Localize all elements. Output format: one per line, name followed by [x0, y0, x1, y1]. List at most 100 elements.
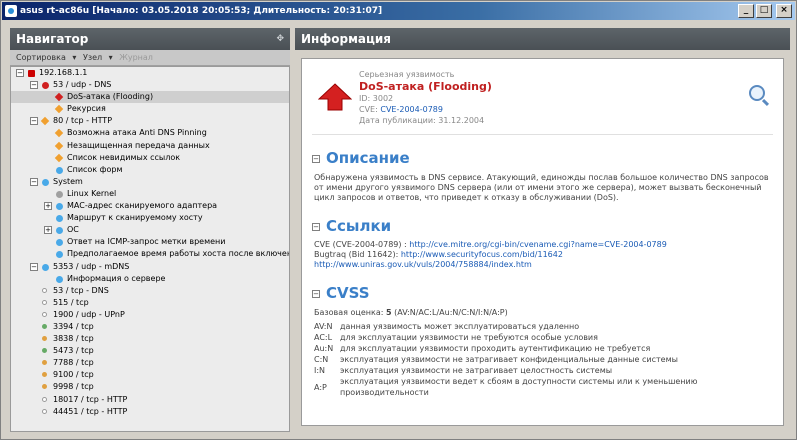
- cvss-row: A:P эксплуатация уязвимости ведет к сбоям…: [314, 376, 773, 398]
- close-button[interactable]: ×: [776, 4, 792, 18]
- cvss-row: Au:N для эксплуатации уязвимости проходит…: [314, 343, 773, 354]
- cvss-heading[interactable]: − CVSS: [312, 284, 773, 302]
- zoom-icon[interactable]: [749, 85, 765, 101]
- app-window: asus rt-ac86u [Начало: 03.05.2018 20:05:…: [0, 0, 797, 440]
- description-heading[interactable]: − Описание: [312, 149, 773, 167]
- vuln-id: ID: 3002: [359, 94, 394, 103]
- expand-icon[interactable]: +: [44, 226, 52, 235]
- tree-node[interactable]: DoS-атака (Flooding): [11, 91, 289, 104]
- vulnerability-title: DoS-атака (Flooding): [359, 80, 492, 93]
- title-bar[interactable]: asus rt-ac86u [Начало: 03.05.2018 20:05:…: [2, 2, 795, 20]
- node-menu[interactable]: Узел ▾: [83, 53, 113, 62]
- links-section: − Ссылки CVE (CVE-2004-0789) : http://cve…: [312, 217, 773, 270]
- collapse-icon[interactable]: −: [312, 223, 320, 231]
- cvss-metric: AC:L: [314, 333, 333, 342]
- tree-node-label: 80 / tcp - HTTP: [53, 116, 113, 126]
- navigator-header: Навигатор ✥: [10, 28, 290, 50]
- tree-node[interactable]: 3838 / tcp: [11, 333, 289, 345]
- node-status-icon: [42, 336, 47, 342]
- node-status-icon: [42, 178, 49, 186]
- expand-icon[interactable]: +: [44, 202, 52, 211]
- node-status-icon: [42, 408, 47, 414]
- node-status-icon: [42, 360, 47, 366]
- tree-node[interactable]: Список невидимых ссылок: [11, 152, 289, 164]
- tree-node[interactable]: 9100 / tcp: [11, 369, 289, 381]
- collapse-icon[interactable]: −: [312, 155, 320, 163]
- cvss-row: C:N эксплуатация уязвимости не затрагивае…: [314, 354, 773, 365]
- tree-node[interactable]: + ОС: [11, 224, 289, 236]
- cvss-row: AC:L для эксплуатации уязвимости не требу…: [314, 332, 773, 343]
- tree-node[interactable]: Маршрут к сканируемому хосту: [11, 212, 289, 224]
- collapse-icon[interactable]: −: [30, 117, 38, 126]
- cvss-metric: A:P: [314, 382, 327, 392]
- tree-node[interactable]: Возможна атака Anti DNS Pinning: [11, 127, 289, 139]
- tree-node[interactable]: + MAC-адрес сканируемого адаптера: [11, 200, 289, 212]
- collapse-icon[interactable]: −: [30, 262, 38, 271]
- tree-node[interactable]: 3394 / tcp: [11, 321, 289, 333]
- minimize-button[interactable]: _: [738, 4, 754, 18]
- node-status-icon: [42, 396, 47, 402]
- node-status-icon: [56, 190, 63, 198]
- cvss-metric-description: для эксплуатации уязвимости проходить ау…: [340, 344, 651, 353]
- tree-node[interactable]: Список форм: [11, 164, 289, 176]
- reference-link[interactable]: http://cve.mitre.org/cgi-bin/cvename.cgi…: [409, 240, 667, 249]
- tree-node[interactable]: Ответ на ICMP-запрос метки времени: [11, 236, 289, 248]
- tree-node[interactable]: 5473 / tcp: [11, 345, 289, 357]
- tree-node[interactable]: − 192.168.1.1: [11, 67, 289, 79]
- node-status-icon: [42, 323, 47, 329]
- tree-node[interactable]: 515 / tcp: [11, 297, 289, 309]
- cvss-metric: I:N: [314, 366, 326, 375]
- tree-node[interactable]: 7788 / tcp: [11, 357, 289, 369]
- maximize-button[interactable]: □: [756, 4, 772, 18]
- tree-node[interactable]: − 53 / udp - DNS: [11, 79, 289, 91]
- tree-node-label: 192.168.1.1: [39, 68, 88, 77]
- tree-node[interactable]: 18017 / tcp - HTTP: [11, 394, 289, 406]
- tree-node-label: 7788 / tcp: [53, 358, 94, 368]
- pin-icon[interactable]: ✥: [276, 28, 284, 50]
- collapse-icon[interactable]: −: [30, 81, 38, 90]
- node-status-icon: [28, 70, 35, 77]
- tree-node[interactable]: Информация о сервере: [11, 273, 289, 285]
- sort-menu[interactable]: Сортировка ▾: [16, 53, 76, 62]
- tree-node[interactable]: Незащищенная передача данных: [11, 140, 289, 152]
- cvss-row: AV:N данная уязвимость может эксплуатиров…: [314, 321, 773, 332]
- node-status-icon: [54, 153, 64, 162]
- cvss-metric-description: эксплуатация уязвимости не затрагивает к…: [340, 355, 678, 364]
- node-status-icon: [56, 251, 63, 259]
- collapse-icon[interactable]: −: [16, 69, 24, 77]
- tree-node-label: 18017 / tcp - HTTP: [53, 394, 128, 404]
- tree-node[interactable]: − System: [11, 176, 289, 188]
- reference-link[interactable]: http://www.securityfocus.com/bid/11642: [401, 250, 563, 259]
- node-status-icon: [56, 203, 63, 211]
- info-title: Информация: [301, 32, 391, 46]
- reference-link[interactable]: http://www.uniras.gov.uk/vuls/2004/75888…: [314, 260, 532, 269]
- tree-node-label: Маршрут к сканируемому хосту: [67, 213, 203, 223]
- info-content: Серьезная уязвимость DoS-атака (Flooding…: [301, 58, 784, 426]
- tree-node-label: Список невидимых ссылок: [67, 152, 181, 162]
- tree-node[interactable]: 44451 / tcp - HTTP: [11, 406, 289, 418]
- info-header: Информация: [295, 28, 790, 50]
- node-status-icon: [56, 239, 63, 247]
- tree-node-label: ОС: [67, 225, 79, 235]
- cvss-metric-description: эксплуатация уязвимости не затрагивает ц…: [340, 366, 613, 375]
- tree-node[interactable]: 9998 / tcp: [11, 381, 289, 393]
- node-status-icon: [54, 141, 64, 150]
- cvss-metric: Au:N: [314, 344, 334, 353]
- node-status-icon: [42, 287, 47, 293]
- tree-node[interactable]: Рекурсия: [11, 103, 289, 115]
- tree-node-label: 5473 / tcp: [53, 346, 94, 356]
- collapse-icon[interactable]: −: [312, 290, 320, 298]
- links-list: CVE (CVE-2004-0789) : http://cve.mitre.o…: [312, 240, 773, 270]
- collapse-icon[interactable]: −: [30, 177, 38, 186]
- cve-link[interactable]: CVE-2004-0789: [380, 105, 443, 114]
- tree-node[interactable]: − 5353 / udp - mDNS: [11, 261, 289, 273]
- tree-node-label: 5353 / udp - mDNS: [53, 261, 130, 271]
- tree-node[interactable]: 1900 / udp - UPnP: [11, 309, 289, 321]
- tree-node[interactable]: 53 / tcp - DNS: [11, 285, 289, 297]
- tree-node-label: Linux Kernel: [67, 188, 117, 198]
- tree-node[interactable]: − 80 / tcp - HTTP: [11, 115, 289, 127]
- tree-node[interactable]: Linux Kernel: [11, 188, 289, 200]
- node-status-icon: [42, 384, 47, 390]
- links-heading[interactable]: − Ссылки: [312, 217, 773, 235]
- tree-node[interactable]: Предполагаемое время работы хоста после …: [11, 248, 289, 260]
